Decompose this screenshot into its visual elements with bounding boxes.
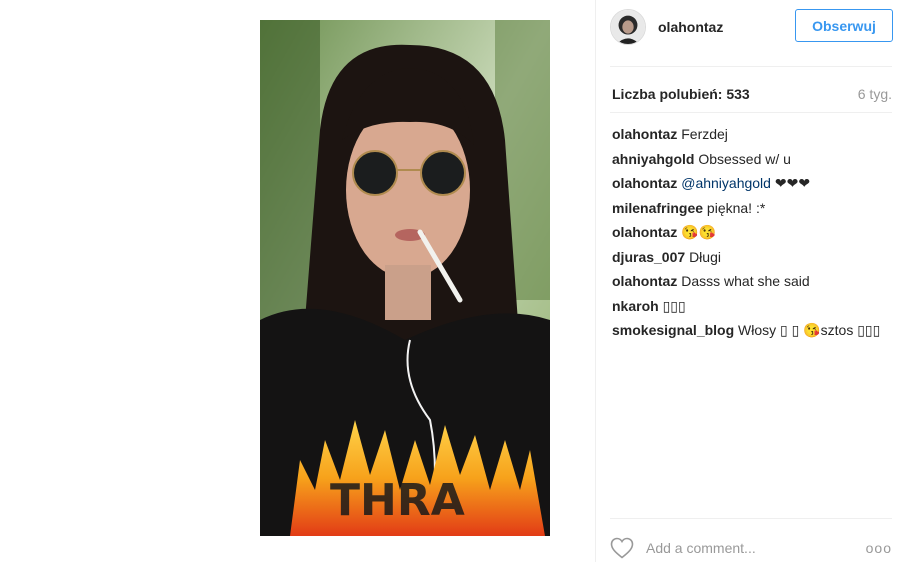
likes-count[interactable]: Liczba polubień: 533 bbox=[612, 86, 750, 102]
comment-text: 😘😘 bbox=[681, 224, 717, 240]
comment: ahniyahgold Obsessed w/ u bbox=[612, 147, 890, 172]
side-panel: olahontaz Obserwuj Liczba polubień: 533 … bbox=[595, 0, 900, 562]
heart-icon[interactable] bbox=[610, 537, 634, 559]
comment-user[interactable]: olahontaz bbox=[612, 175, 677, 191]
comment-user[interactable]: olahontaz bbox=[612, 126, 677, 142]
photo-image: THRA bbox=[260, 20, 550, 536]
post-modal: THRA olahontaz Obserwuj Liczba polubień:… bbox=[0, 0, 900, 562]
comment-mention[interactable]: @ahniyahgold bbox=[681, 175, 771, 191]
comment-user[interactable]: olahontaz bbox=[612, 224, 677, 240]
likes-row: Liczba polubień: 533 6 tyg. bbox=[612, 86, 892, 102]
comment-input[interactable]: Add a comment... bbox=[646, 540, 866, 556]
comment-user[interactable]: smokesignal_blog bbox=[612, 322, 734, 338]
comment: milenafringee piękna! :* bbox=[612, 196, 890, 221]
comment-list: olahontaz Ferzdej ahniyahgold Obsessed w… bbox=[612, 122, 890, 343]
comment-text: Ferzdej bbox=[681, 126, 728, 142]
comment-text: ▯▯▯ bbox=[662, 297, 686, 314]
comment-bar: Add a comment... ooo bbox=[610, 536, 892, 560]
comment: djuras_007 Długi bbox=[612, 245, 890, 270]
divider bbox=[610, 112, 892, 113]
more-options-icon[interactable]: ooo bbox=[866, 540, 892, 556]
divider bbox=[610, 66, 892, 67]
post-header: olahontaz Obserwuj bbox=[596, 0, 900, 54]
comment: olahontaz Dasss what she said bbox=[612, 269, 890, 294]
post-photo[interactable]: THRA bbox=[260, 20, 550, 536]
media-column: THRA bbox=[0, 0, 595, 562]
comment: olahontaz @ahniyahgold ❤❤❤ bbox=[612, 171, 890, 196]
comment-user[interactable]: olahontaz bbox=[612, 273, 677, 289]
comment-text: piękna! :* bbox=[706, 199, 766, 216]
comment-user[interactable]: nkaroh bbox=[612, 298, 659, 314]
divider bbox=[610, 518, 892, 519]
comment-text: Włosy ▯ ▯ 😘sztos ▯▯▯ bbox=[738, 322, 881, 338]
comment-text: Długi bbox=[689, 248, 721, 265]
comment: smokesignal_blog Włosy ▯ ▯ 😘sztos ▯▯▯ bbox=[612, 318, 890, 343]
follow-button[interactable]: Obserwuj bbox=[795, 9, 893, 42]
comment-text: Dasss what she said bbox=[681, 273, 810, 289]
comment: nkaroh ▯▯▯ bbox=[612, 294, 890, 319]
svg-text:THRA: THRA bbox=[330, 475, 465, 526]
comment-user[interactable]: ahniyahgold bbox=[612, 151, 694, 167]
comment-user[interactable]: milenafringee bbox=[612, 200, 703, 216]
comment-text: Obsessed w/ u bbox=[698, 150, 791, 167]
post-timestamp[interactable]: 6 tyg. bbox=[858, 86, 892, 102]
comment: olahontaz 😘😘 bbox=[612, 220, 890, 245]
username-link[interactable]: olahontaz bbox=[658, 19, 723, 35]
avatar[interactable] bbox=[610, 9, 646, 45]
comment-text: ❤❤❤ bbox=[770, 175, 811, 191]
comment-user[interactable]: djuras_007 bbox=[612, 249, 685, 265]
comment: olahontaz Ferzdej bbox=[612, 122, 890, 147]
